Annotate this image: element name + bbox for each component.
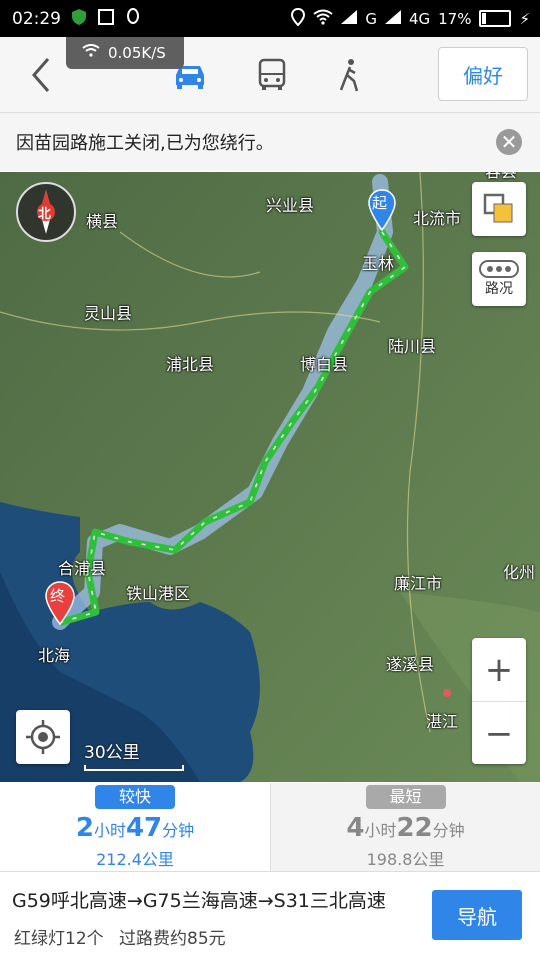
signal-g-label: G bbox=[365, 9, 377, 28]
start-navigation-button[interactable]: 导航 bbox=[432, 890, 522, 940]
bus-icon bbox=[258, 58, 286, 90]
shield-icon bbox=[71, 8, 87, 30]
map-label-hepu: 合浦县 bbox=[58, 559, 107, 578]
layers-button[interactable] bbox=[472, 182, 526, 236]
map-label-pubei: 浦北县 bbox=[166, 355, 215, 374]
route-hours: 4 bbox=[346, 813, 365, 843]
map-label-suixi: 遂溪县 bbox=[386, 655, 435, 674]
route-minutes-unit: 分钟 bbox=[432, 821, 465, 840]
route-hours: 2 bbox=[75, 813, 94, 843]
map-view[interactable]: 横县 兴业县 北流市 容县 玉林 灵山县 陆川县 浦北县 博白县 合浦县 铁山港… bbox=[0, 172, 540, 782]
wifi-icon bbox=[82, 44, 100, 62]
compass-north-label: 北 bbox=[38, 207, 52, 222]
cell-signal-icon bbox=[341, 9, 358, 28]
locate-button[interactable] bbox=[16, 710, 70, 764]
map-label-zhanjiang: 湛江 bbox=[426, 712, 459, 731]
map-label-bobai: 博白县 bbox=[300, 355, 349, 374]
network-speed-text: 0.05K/S bbox=[108, 44, 166, 62]
route-tag: 最短 bbox=[365, 785, 446, 809]
map-label-rongxian: 容县 bbox=[485, 172, 517, 182]
route-option-shortest[interactable]: 最短 4小时22分钟 198.8公里 bbox=[270, 783, 540, 871]
location-icon bbox=[291, 7, 306, 30]
bus-mode-tab[interactable] bbox=[252, 57, 292, 93]
route-distance: 198.8公里 bbox=[366, 850, 445, 869]
map-label-yulin: 玉林 bbox=[362, 254, 395, 273]
map-label-huazhou: 化州 bbox=[503, 563, 536, 582]
wifi-icon bbox=[313, 9, 333, 29]
route-duration: 2小时47分钟 bbox=[0, 813, 270, 843]
zoom-in-button[interactable]: + bbox=[472, 638, 526, 702]
traffic-icon bbox=[479, 260, 519, 278]
route-option-faster[interactable]: 较快 2小时47分钟 212.4公里 bbox=[0, 783, 270, 871]
battery-icon bbox=[479, 10, 512, 27]
satellite-map bbox=[0, 172, 540, 782]
end-marker[interactable]: 终 bbox=[44, 580, 76, 626]
start-marker-label: 起 bbox=[372, 194, 388, 212]
status-bar: 02:29 G 4G 17% ⚡ bbox=[0, 0, 540, 37]
reroute-notice-text: 因苗园路施工关闭,已为您绕行。 bbox=[16, 133, 274, 154]
traffic-button[interactable]: 路况 bbox=[472, 252, 526, 306]
qq-icon bbox=[125, 7, 141, 30]
route-duration: 4小时22分钟 bbox=[271, 813, 540, 843]
route-minutes: 47 bbox=[125, 813, 163, 843]
zoom-out-button[interactable]: − bbox=[472, 702, 526, 765]
traffic-lights-count: 红绿灯12个 bbox=[14, 929, 104, 949]
route-options: 较快 2小时47分钟 212.4公里 最短 4小时22分钟 198.8公里 bbox=[0, 783, 540, 872]
map-scale-label: 30公里 bbox=[84, 743, 140, 763]
traffic-label: 路况 bbox=[485, 281, 513, 297]
status-time: 02:29 bbox=[12, 8, 61, 29]
map-label-beiliu: 北流市 bbox=[413, 209, 462, 228]
close-notice-button[interactable]: ✕ bbox=[496, 129, 522, 155]
end-marker-label: 终 bbox=[50, 587, 66, 605]
zoom-control: + − bbox=[472, 638, 526, 764]
battery-percent: 17% bbox=[438, 9, 472, 28]
back-arrow-icon bbox=[32, 58, 50, 92]
route-minutes: 22 bbox=[396, 813, 433, 843]
close-icon: ✕ bbox=[500, 130, 518, 154]
map-label-tieshangang: 铁山港区 bbox=[126, 584, 191, 603]
back-button[interactable] bbox=[22, 53, 62, 97]
plus-icon: + bbox=[484, 649, 514, 690]
route-roads: G59呼北高速→G75兰海高速→S31三北高速 bbox=[12, 890, 386, 912]
start-marker[interactable]: 起 bbox=[367, 188, 397, 232]
charging-icon: ⚡ bbox=[519, 9, 530, 28]
map-label-hengxian: 横县 bbox=[86, 212, 119, 231]
reroute-notice: 因苗园路施工关闭,已为您绕行。 ✕ bbox=[0, 113, 540, 171]
locate-icon bbox=[26, 720, 60, 754]
map-label-beihai: 北海 bbox=[38, 646, 71, 665]
route-hours-unit: 小时 bbox=[364, 821, 397, 840]
walk-mode-tab[interactable] bbox=[330, 57, 370, 93]
layers-icon bbox=[483, 193, 513, 223]
cell-signal-icon-2 bbox=[384, 9, 401, 28]
route-minutes-unit: 分钟 bbox=[162, 821, 195, 840]
route-summary: G59呼北高速→G75兰海高速→S31三北高速 红绿灯12个 过路费约85元 导… bbox=[0, 872, 540, 960]
route-distance: 212.4公里 bbox=[96, 850, 174, 869]
compass-button[interactable]: 北 bbox=[16, 182, 76, 242]
map-label-xingye: 兴业县 bbox=[266, 196, 315, 215]
toll-estimate: 过路费约85元 bbox=[119, 929, 226, 949]
map-label-lingshan: 灵山县 bbox=[84, 304, 133, 323]
preference-button[interactable]: 偏好 bbox=[438, 47, 528, 101]
minus-icon: − bbox=[484, 713, 514, 754]
network-speed-overlay: 0.05K/S bbox=[66, 37, 184, 69]
map-label-lianjiang: 廉江市 bbox=[394, 574, 443, 593]
map-scale: 30公里 bbox=[84, 738, 184, 771]
screenshot-icon bbox=[97, 8, 115, 30]
map-scale-bar bbox=[84, 765, 184, 771]
route-extra-info: 红绿灯12个 过路费约85元 bbox=[14, 924, 226, 949]
route-hours-unit: 小时 bbox=[93, 821, 126, 840]
route-tag: 较快 bbox=[95, 785, 175, 809]
map-label-luchuan: 陆川县 bbox=[388, 337, 437, 356]
walk-icon bbox=[339, 59, 359, 92]
signal-4g-label: 4G bbox=[408, 9, 431, 28]
